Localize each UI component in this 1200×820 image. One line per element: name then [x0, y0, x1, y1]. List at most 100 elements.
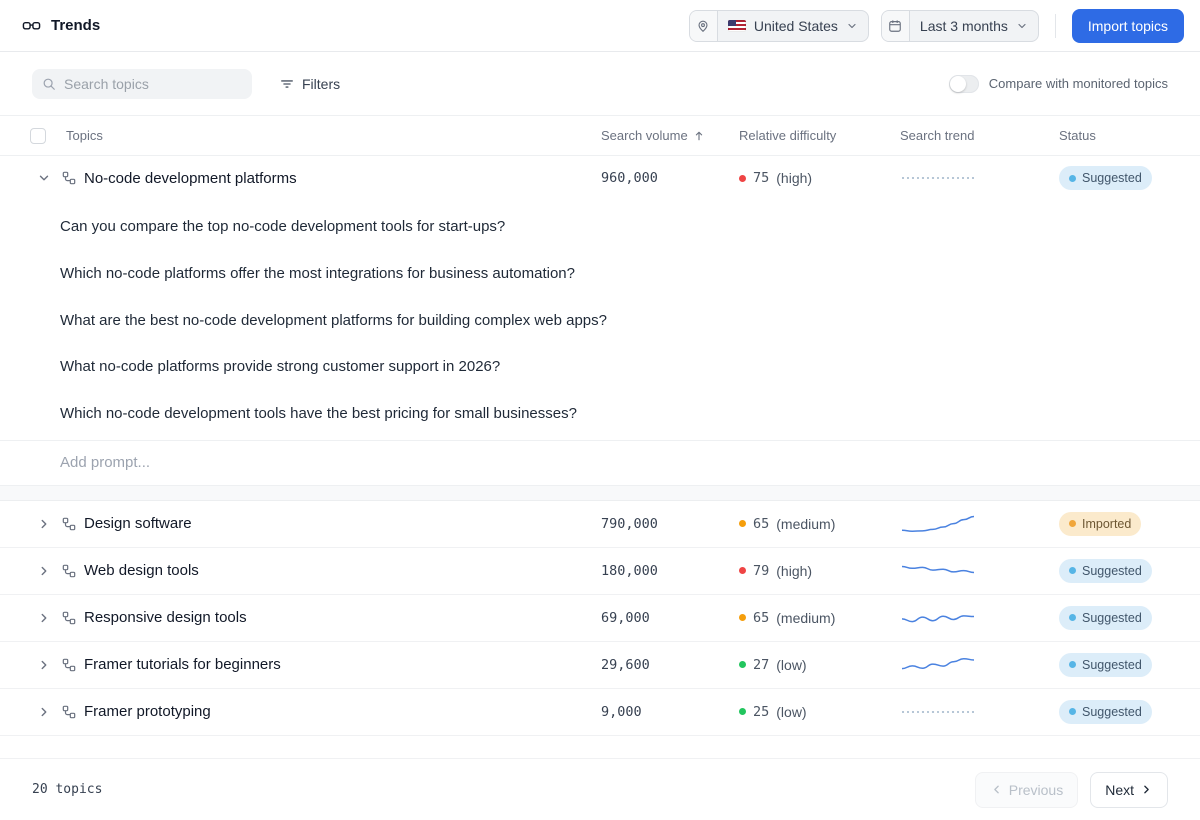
search-input[interactable]	[64, 75, 245, 92]
topic-name[interactable]: Design software	[84, 515, 192, 532]
difficulty-dot	[739, 661, 746, 669]
select-all-checkbox[interactable]	[30, 127, 46, 144]
topic-name[interactable]: Framer prototyping	[84, 703, 211, 720]
table-header: Topics Search volume Relative difficulty…	[0, 116, 1200, 156]
search-trend-sparkline	[901, 614, 975, 623]
prompt-item[interactable]: What no-code platforms provide strong cu…	[60, 344, 620, 391]
toolbar: Filters Compare with monitored topics	[0, 52, 1200, 116]
search-box[interactable]	[32, 68, 252, 99]
search-volume-value: 790,000	[601, 515, 658, 532]
prompt-item[interactable]: Which no-code development tools have the…	[60, 391, 620, 438]
topic-tree-icon	[62, 517, 76, 531]
topic-name[interactable]: Responsive design tools	[84, 609, 247, 626]
difficulty-level: (low)	[776, 656, 807, 673]
table-footer: 20 topics Previous Next	[0, 758, 1200, 820]
top-bar: Trends United States Last 3 months Impor…	[0, 0, 1200, 52]
compare-toggle-label: Compare with monitored topics	[988, 76, 1168, 91]
compare-toggle[interactable]	[948, 74, 979, 93]
page-title: Trends	[51, 17, 101, 34]
difficulty-value: 65	[753, 609, 770, 626]
table-row[interactable]: Web design tools 180,000 79 (high) Sugges…	[0, 548, 1200, 595]
topic-name[interactable]: Web design tools	[84, 562, 199, 579]
chevron-right-icon[interactable]	[36, 516, 52, 532]
difficulty-level: (low)	[776, 703, 807, 720]
difficulty-value: 75	[753, 170, 770, 186]
search-volume-value: 960,000	[601, 170, 658, 186]
search-trend-sparkline	[901, 711, 974, 713]
column-search-volume[interactable]: Search volume	[601, 128, 688, 143]
topic-name[interactable]: No-code development platforms	[84, 170, 297, 187]
chevron-left-icon	[990, 783, 1003, 796]
chevron-right-icon[interactable]	[36, 563, 52, 579]
prompt-list: Can you compare the top no-code developm…	[0, 200, 1200, 440]
column-relative-difficulty[interactable]: Relative difficulty	[739, 128, 900, 143]
topic-tree-icon	[62, 564, 76, 578]
status-dot	[1069, 567, 1076, 575]
date-range-selector[interactable]: Last 3 months	[880, 9, 1039, 42]
status-dot	[1069, 661, 1076, 669]
prompt-item[interactable]: Which no-code platforms offer the most i…	[60, 251, 620, 298]
difficulty-dot	[739, 520, 746, 528]
status-badge: Suggested	[1059, 605, 1152, 630]
difficulty-level: (high)	[776, 562, 813, 579]
trends-logo-icon	[22, 16, 41, 35]
difficulty-value: 65	[753, 515, 770, 532]
table-row[interactable]: Responsive design tools 69,000 65 (medium…	[0, 595, 1200, 642]
difficulty-level: (medium)	[776, 515, 836, 532]
region-selector[interactable]: United States	[688, 9, 869, 42]
column-search-trend[interactable]: Search trend	[900, 128, 1059, 143]
filters-label: Filters	[302, 75, 341, 92]
location-pin-icon	[689, 10, 718, 41]
prompt-item[interactable]: What are the best no-code development pl…	[60, 298, 620, 345]
import-topics-button[interactable]: Import topics	[1071, 8, 1184, 43]
search-volume-value: 29,600	[601, 656, 650, 673]
filter-icon	[280, 77, 294, 91]
chevron-down-icon	[846, 20, 858, 32]
filters-button[interactable]: Filters	[280, 76, 340, 92]
topic-count: 20 topics	[32, 782, 103, 797]
status-dot	[1069, 708, 1076, 716]
table-row[interactable]: Framer prototyping 9,000 25 (low) Suggest…	[0, 689, 1200, 736]
search-trend-sparkline	[901, 515, 975, 532]
table-row[interactable]: No-code development platforms 960,000 75…	[0, 156, 1200, 200]
status-badge: Suggested	[1059, 558, 1152, 583]
date-range-label: Last 3 months	[919, 17, 1008, 34]
topic-tree-icon	[62, 658, 76, 672]
table-row[interactable]: Design software 790,000 65 (medium) Impor…	[0, 501, 1200, 548]
difficulty-level: (high)	[776, 170, 813, 186]
chevron-right-icon[interactable]	[36, 610, 52, 626]
chevron-down-icon[interactable]	[36, 170, 52, 186]
search-trend-sparkline	[901, 657, 975, 670]
difficulty-dot	[739, 567, 746, 575]
status-badge: Suggested	[1059, 699, 1152, 724]
prompt-item[interactable]: Can you compare the top no-code developm…	[60, 204, 620, 251]
status-badge: Suggested	[1059, 166, 1152, 190]
chevron-down-icon	[1016, 20, 1028, 32]
sort-ascending-icon[interactable]	[693, 130, 705, 142]
brand: Trends	[22, 16, 100, 35]
previous-button[interactable]: Previous	[974, 771, 1079, 808]
column-status[interactable]: Status	[1059, 128, 1200, 143]
search-volume-value: 9,000	[601, 703, 642, 720]
next-button[interactable]: Next	[1090, 771, 1168, 808]
add-prompt-input[interactable]: Add prompt...	[0, 439, 1200, 486]
status-badge: Imported	[1059, 511, 1142, 536]
column-topics[interactable]: Topics	[66, 128, 103, 143]
table-row[interactable]: Framer tutorials for beginners 29,600 27…	[0, 642, 1200, 689]
topic-tree-icon	[62, 611, 76, 625]
search-icon	[42, 77, 56, 91]
search-trend-sparkline	[901, 565, 975, 573]
section-divider	[0, 485, 1200, 501]
chevron-right-icon[interactable]	[36, 704, 52, 720]
search-volume-value: 69,000	[601, 609, 650, 626]
difficulty-value: 79	[753, 562, 770, 579]
difficulty-value: 27	[753, 656, 770, 673]
divider	[1054, 13, 1056, 38]
topic-name[interactable]: Framer tutorials for beginners	[84, 656, 281, 673]
difficulty-dot	[739, 614, 746, 622]
difficulty-dot	[739, 708, 746, 716]
status-dot	[1069, 174, 1076, 182]
chevron-right-icon[interactable]	[36, 657, 52, 673]
difficulty-level: (medium)	[776, 609, 836, 626]
difficulty-dot	[739, 174, 746, 182]
